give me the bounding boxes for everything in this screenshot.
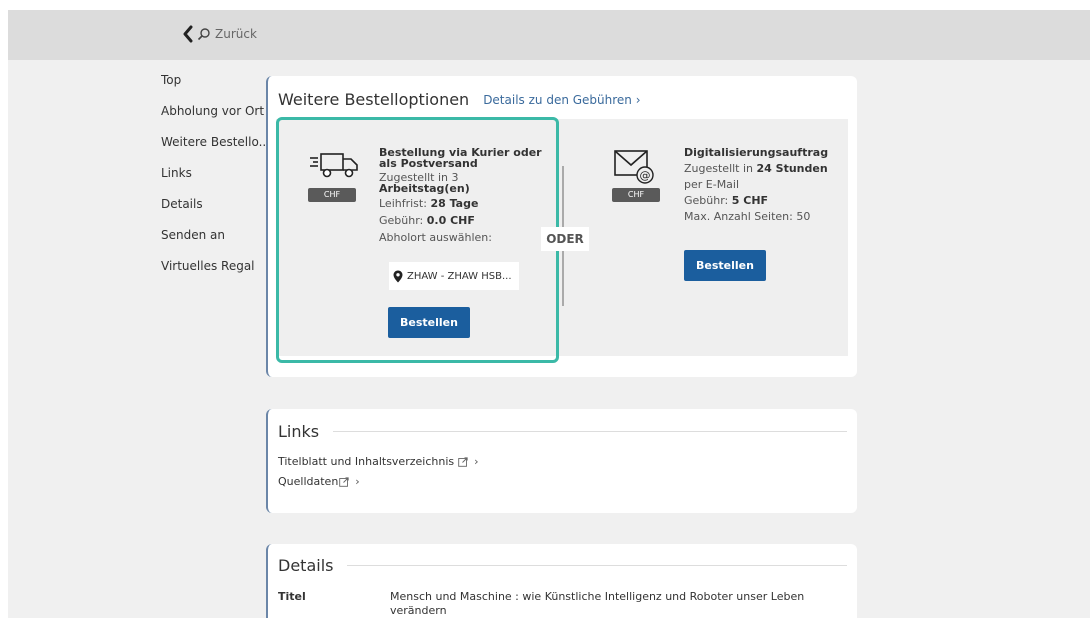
digital-max-pages: Max. Anzahl Seiten: 50 <box>684 210 811 223</box>
courier-fee-label: Gebühr: <box>379 214 424 227</box>
order-options-title: Weitere Bestelloptionen <box>278 90 470 109</box>
digital-order-button[interactable]: Bestellen <box>684 250 766 281</box>
links-header: Links <box>278 422 847 441</box>
links-title: Links <box>278 422 320 441</box>
courier-loan-label: Leihfrist: <box>379 197 427 210</box>
back-button[interactable]: Zurück <box>182 25 257 43</box>
links-panel: Links Titelblatt und Inhaltsverzeichnis … <box>266 409 857 513</box>
section-nav: Top Abholung vor Ort Weitere Bestello...… <box>161 70 271 287</box>
detail-row-titel: Titel Mensch und Maschine : wie Künstlic… <box>278 590 810 618</box>
back-label: Zurück <box>215 27 257 41</box>
link-titelblatt-label: Titelblatt und Inhaltsverzeichnis <box>278 455 455 468</box>
details-title: Details <box>278 556 334 575</box>
link-quelldaten[interactable]: Quelldaten › <box>278 475 360 488</box>
nav-item-top[interactable]: Top <box>161 70 271 101</box>
details-header: Details <box>278 556 847 575</box>
location-pin-icon <box>393 270 403 282</box>
courier-loan-value: 28 Tage <box>430 197 479 210</box>
link-quelldaten-label: Quelldaten <box>278 475 339 488</box>
digital-fee-value: 5 CHF <box>731 194 769 207</box>
courier-chf-badge: CHF <box>308 188 356 202</box>
fee-details-link[interactable]: Details zu den Gebühren › <box>483 93 640 107</box>
nav-item-links[interactable]: Links <box>161 163 271 194</box>
order-options-panel: Weitere Bestelloptionen Details zu den G… <box>266 76 857 377</box>
links-title-divider <box>333 431 847 432</box>
digital-chf-badge: CHF <box>612 188 660 202</box>
digital-delivery: Zugestellt in 24 Stunden <box>684 162 854 176</box>
courier-title-line2: als Postversand <box>379 157 478 170</box>
pickup-location-value: ZHAW - ZHAW HSB... <box>407 270 512 282</box>
courier-pickup-label: Abholort auswählen: <box>379 231 492 244</box>
chevron-right-icon: › <box>474 455 479 468</box>
courier-fee-value: 0.0 CHF <box>426 214 475 227</box>
courier-delivery-unit: Arbeitstag(en) <box>379 182 470 195</box>
digital-title: Digitalisierungsauftrag <box>684 146 829 159</box>
email-icon: @ <box>614 150 654 184</box>
courier-details: Bestellung via Kurier oder als Postversa… <box>379 147 549 245</box>
truck-icon <box>310 153 358 178</box>
details-title-divider <box>347 565 847 566</box>
link-titelblatt[interactable]: Titelblatt und Inhaltsverzeichnis › <box>278 455 479 468</box>
external-link-icon <box>339 476 349 487</box>
search-icon <box>197 28 210 41</box>
or-separator: ODER <box>541 227 589 251</box>
digital-fee: Gebühr: 5 CHF <box>684 194 854 208</box>
digital-fee-label: Gebühr: <box>684 194 729 207</box>
nav-item-senden-an[interactable]: Senden an <box>161 225 271 256</box>
digital-method: per E-Mail <box>684 178 740 191</box>
courier-option-card: CHF Bestellung via Kurier oder als Postv… <box>276 117 559 363</box>
svg-text:@: @ <box>640 169 651 182</box>
chevron-right-icon: › <box>635 92 641 107</box>
top-bar: Zurück <box>8 10 1090 60</box>
detail-key: Titel <box>278 590 306 603</box>
nav-item-details[interactable]: Details <box>161 194 271 225</box>
nav-item-abholung[interactable]: Abholung vor Ort <box>161 101 271 132</box>
digital-delivery-prefix: Zugestellt in <box>684 162 754 175</box>
nav-item-weitere-bestelloptionen[interactable]: Weitere Bestello... <box>161 132 271 163</box>
digital-delivery-value: 24 Stunden <box>756 162 828 175</box>
app-frame: Zurück Top Abholung vor Ort Weitere Best… <box>8 10 1090 618</box>
details-panel: Details Titel Mensch und Maschine : wie … <box>266 544 857 618</box>
courier-fee: Gebühr: 0.0 CHF <box>379 214 549 228</box>
chevron-right-icon: › <box>355 475 360 488</box>
fee-details-label: Details zu den Gebühren <box>483 92 632 107</box>
order-options-header: Weitere Bestelloptionen Details zu den G… <box>278 90 847 109</box>
external-link-icon <box>458 456 468 467</box>
courier-order-button[interactable]: Bestellen <box>388 307 470 338</box>
pickup-location-select[interactable]: ZHAW - ZHAW HSB... <box>389 262 519 290</box>
digital-details: Digitalisierungsauftrag Zugestellt in 24… <box>684 146 854 224</box>
chevron-left-icon <box>183 25 193 43</box>
courier-loan: Leihfrist: 28 Tage <box>379 197 549 211</box>
nav-item-virtuelles-regal[interactable]: Virtuelles Regal <box>161 256 271 287</box>
detail-value: Mensch und Maschine : wie Künstliche Int… <box>390 590 805 617</box>
